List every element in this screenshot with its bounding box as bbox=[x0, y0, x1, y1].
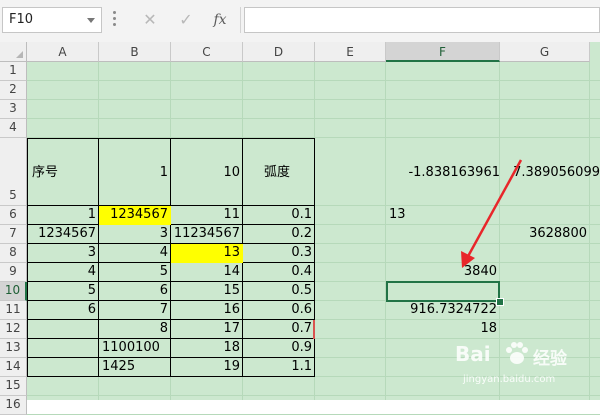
cancel-icon[interactable]: ✕ bbox=[135, 7, 165, 33]
more-options-icon[interactable] bbox=[113, 11, 116, 27]
watermark-url: jingyan.baidu.com bbox=[463, 374, 556, 385]
arrow-shaft bbox=[464, 159, 523, 261]
formula-input[interactable] bbox=[244, 7, 600, 33]
name-box[interactable]: F10 bbox=[2, 7, 102, 33]
paw-logo-icon bbox=[506, 342, 528, 364]
insert-function-button[interactable]: fx bbox=[205, 7, 235, 33]
formula-bar: F10 ✕ ✓ fx bbox=[0, 0, 600, 42]
confirm-icon[interactable]: ✓ bbox=[171, 7, 201, 33]
arrow-head bbox=[461, 251, 475, 268]
chevron-down-icon[interactable] bbox=[87, 18, 95, 23]
divider bbox=[240, 7, 241, 33]
name-box-value: F10 bbox=[9, 12, 34, 27]
watermark-brand: Bai bbox=[455, 342, 491, 366]
formula-buttons: ✕ ✓ fx bbox=[127, 7, 240, 33]
watermark: Bai 经验 jingyan.baidu.com bbox=[455, 340, 595, 396]
watermark-brand-suffix: 经验 bbox=[533, 349, 567, 369]
